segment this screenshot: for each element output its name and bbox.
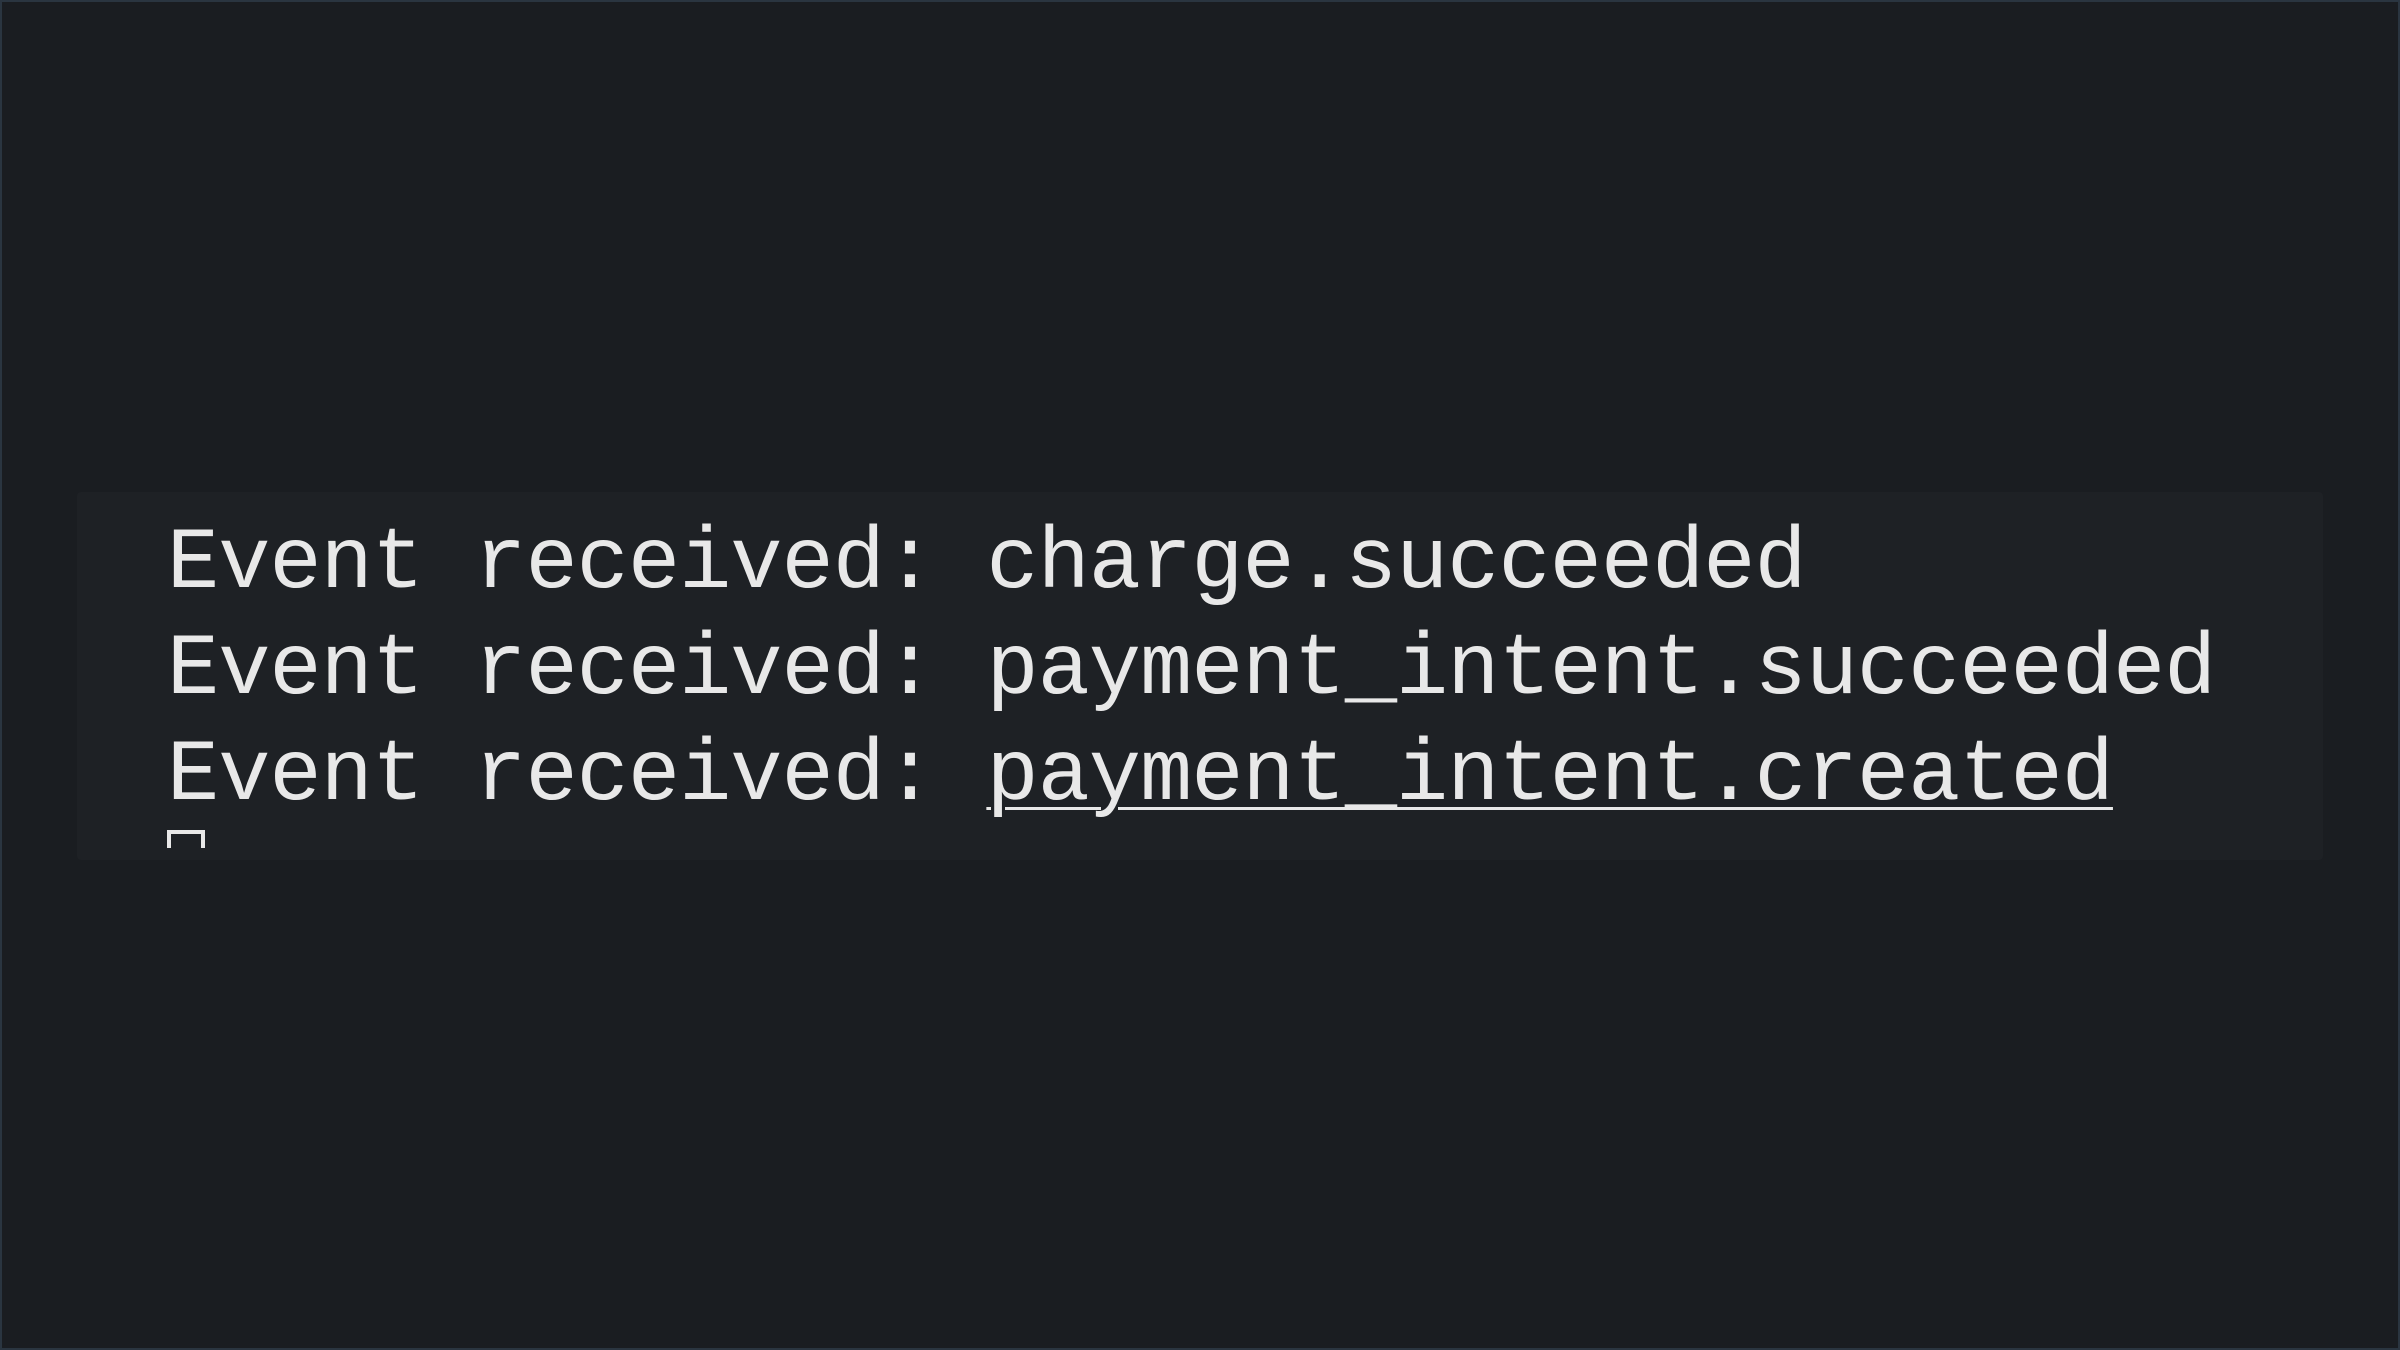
partial-previous-line: . . . . bbox=[167, 462, 1967, 492]
terminal-cursor bbox=[167, 830, 205, 848]
log-event-name: charge.succeeded bbox=[986, 516, 1805, 614]
terminal-output: Event received: charge.succeeded Event r… bbox=[77, 492, 2323, 860]
log-line: Event received: payment_intent.created bbox=[167, 724, 2233, 830]
log-event-name-link[interactable]: payment_intent.created bbox=[986, 728, 2113, 826]
log-prefix: Event received: bbox=[167, 516, 935, 614]
log-prefix: Event received: bbox=[167, 622, 935, 720]
log-line: Event received: charge.succeeded bbox=[167, 512, 2233, 618]
log-event-name: payment_intent.succeeded bbox=[986, 622, 2215, 720]
log-prefix: Event received: bbox=[167, 728, 935, 826]
log-line: Event received: payment_intent.succeeded bbox=[167, 618, 2233, 724]
